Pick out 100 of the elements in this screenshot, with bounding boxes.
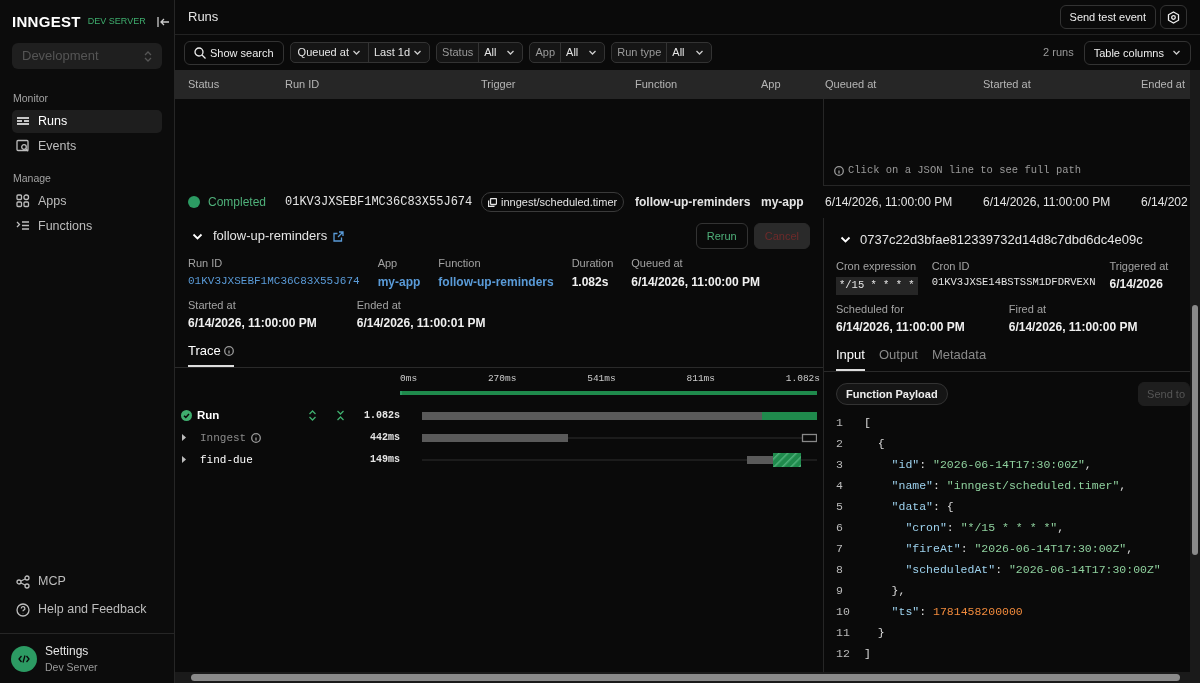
span-name[interactable]: find-due [200,451,253,468]
axis-label: 0ms [400,371,418,386]
info-icon [251,432,262,443]
field-value: 6/14/2026, 11:00:00 PM [188,315,317,332]
field-label: Triggered at [1109,258,1169,274]
sidebar-item[interactable]: Apps [12,189,162,213]
code-line[interactable]: ] [864,644,871,662]
avatar[interactable] [11,645,37,672]
code-icon [18,653,30,664]
chevron-down-icon [1172,48,1181,57]
field-label: Duration [571,256,614,271]
span-name[interactable]: Inngest [200,429,247,446]
column-header: Function [635,77,679,93]
code-line[interactable]: "ts": 1781458200000 [864,602,1023,620]
section-title: Monitor [12,91,49,106]
code-line[interactable]: "scheduledAt": "2026-06-14T17:30:00Z" [864,560,1161,578]
tab[interactable]: Trace [188,338,235,367]
field-value: 6/14/2026, 11:00:01 PM [356,315,486,332]
code-line[interactable]: { [864,434,885,452]
field-value: 01KV3JXSE14BSTSSM1DFDRVEXN [931,275,1096,290]
filter-label: App [534,45,557,61]
show-search-button[interactable]: Show search [184,40,284,65]
chevron-down-icon [506,48,516,57]
column-header: Started at [983,77,1032,93]
axis-label: 541ms [587,371,616,386]
function-name: follow-up-reminders [213,227,328,246]
code-line[interactable]: [ [864,413,871,431]
filter-select[interactable]: All [666,43,711,62]
sidebar-item[interactable]: Functions [12,214,162,238]
external-link-icon [333,230,345,242]
status-text: Completed [208,194,267,211]
table-columns-select[interactable]: Table columns [1083,40,1191,65]
column-header: Run ID [285,77,321,93]
field-value: 6/14/2026, 11:00:00 PM [631,273,760,291]
server-label: DEV SERVER [87,15,146,29]
tab[interactable]: Output [878,342,918,371]
info-icon [834,166,844,177]
field-label: App [377,256,399,271]
search-icon [16,139,30,154]
caret-right-icon[interactable] [181,456,187,464]
send-test-event-button[interactable]: Send test event [1059,5,1156,29]
scrollbar[interactable] [175,672,1190,683]
field-label: Fired at [1008,301,1048,317]
column-header: Trigger [481,77,517,93]
payload-tab-button[interactable]: Function Payload [836,382,948,405]
field-value: 6/14/2026, 11:00:00 PM [1008,319,1138,337]
span-name[interactable]: Run [197,407,220,425]
share-icon [16,574,30,589]
updown-icon [144,50,152,62]
filter-select[interactable]: All [478,43,523,62]
line-number: 5 [836,498,844,515]
field-link[interactable]: my-app [377,272,421,291]
line-number: 9 [836,582,844,599]
settings-title[interactable]: Settings [45,641,98,660]
field-value: 6/14/2026, 11:00:00 PM [836,319,965,337]
field-value: 6/14/2026 [1109,276,1164,293]
tab[interactable]: Metadata [931,342,987,371]
code-line[interactable]: "cron": "*/15 * * * *", [864,518,1065,536]
settings-button[interactable] [1160,5,1187,29]
field-link[interactable]: follow-up-reminders [438,272,554,291]
grid-icon [16,194,30,208]
code-line[interactable]: "fireAt": "2026-06-14T17:30:00Z", [864,539,1134,557]
sidebar-item[interactable]: Events [12,134,162,158]
filter-select[interactable]: All [560,43,605,62]
column-header: Queued at [825,77,878,93]
column-header: App [761,77,782,93]
table-cell-text: 6/14/202 [1141,194,1189,211]
table-cell-text: my-app [761,194,805,211]
sidebar-link[interactable]: Help and Feedback [12,598,162,621]
filter-label: Run type [616,45,663,61]
span-duration: 442ms [370,431,400,446]
code-line[interactable]: "data": { [864,497,954,515]
line-number: 8 [836,561,844,578]
line-number: 12 [836,645,851,662]
line-number: 10 [836,603,851,620]
sidebar-item[interactable]: Runs [12,109,162,133]
line-number: 4 [836,477,844,494]
field-label: Function [438,256,482,271]
caret-right-icon[interactable] [181,434,187,442]
line-number: 6 [836,519,844,536]
help-icon [16,602,30,617]
run-count: 2 runs [1043,45,1074,61]
column-header: Status [188,77,221,93]
field-label: Cron ID [931,258,971,274]
code-line[interactable]: "id": "2026-06-14T17:30:00Z", [864,455,1092,473]
field-link[interactable]: 01KV3JXSEBF1MC36C83X55J674 [188,272,360,289]
chevron-down-icon [694,48,704,57]
field-label: Run ID [188,256,224,271]
settings-icon [1167,11,1180,25]
tab[interactable]: Input [836,342,865,371]
sidebar-link[interactable]: MCP [12,570,162,593]
expand-icon [308,410,317,422]
code-line[interactable]: "name": "inngest/scheduled.timer", [864,476,1127,494]
code-line[interactable]: } [864,623,885,641]
axis-label: 1.082s [785,371,820,386]
code-line[interactable]: }, [864,581,906,599]
run-action-button[interactable]: Rerun [695,223,748,249]
line-number: 11 [836,624,851,641]
line-number: 1 [836,414,844,431]
scrollbar[interactable] [1190,70,1200,683]
